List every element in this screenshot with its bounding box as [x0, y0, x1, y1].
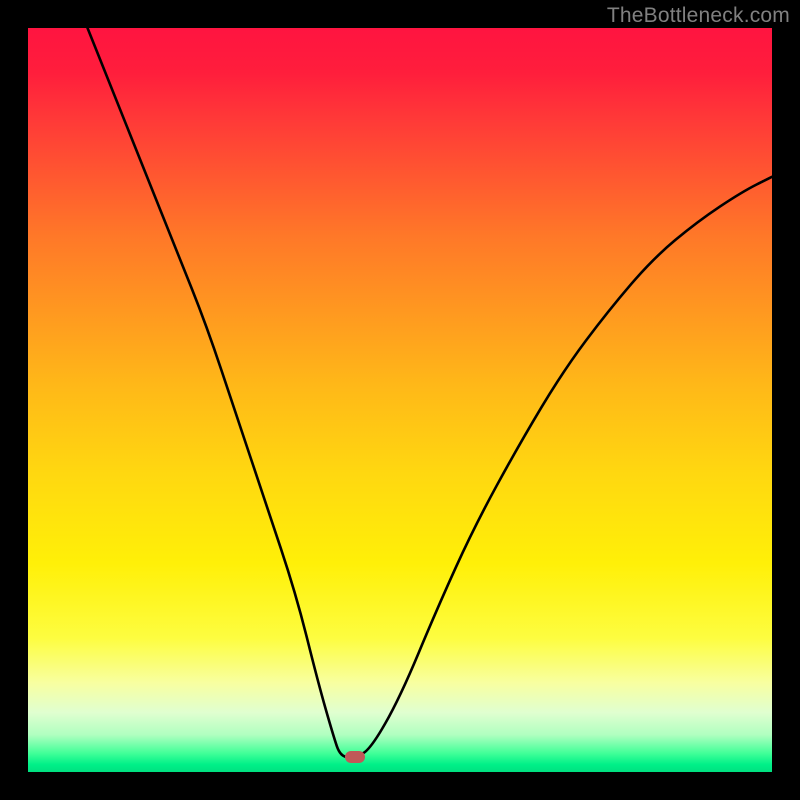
optimal-point-marker — [345, 751, 365, 763]
chart-frame: TheBottleneck.com — [0, 0, 800, 800]
watermark-text: TheBottleneck.com — [607, 4, 790, 28]
chart-plot-area — [28, 28, 772, 772]
bottleneck-curve — [28, 28, 772, 772]
